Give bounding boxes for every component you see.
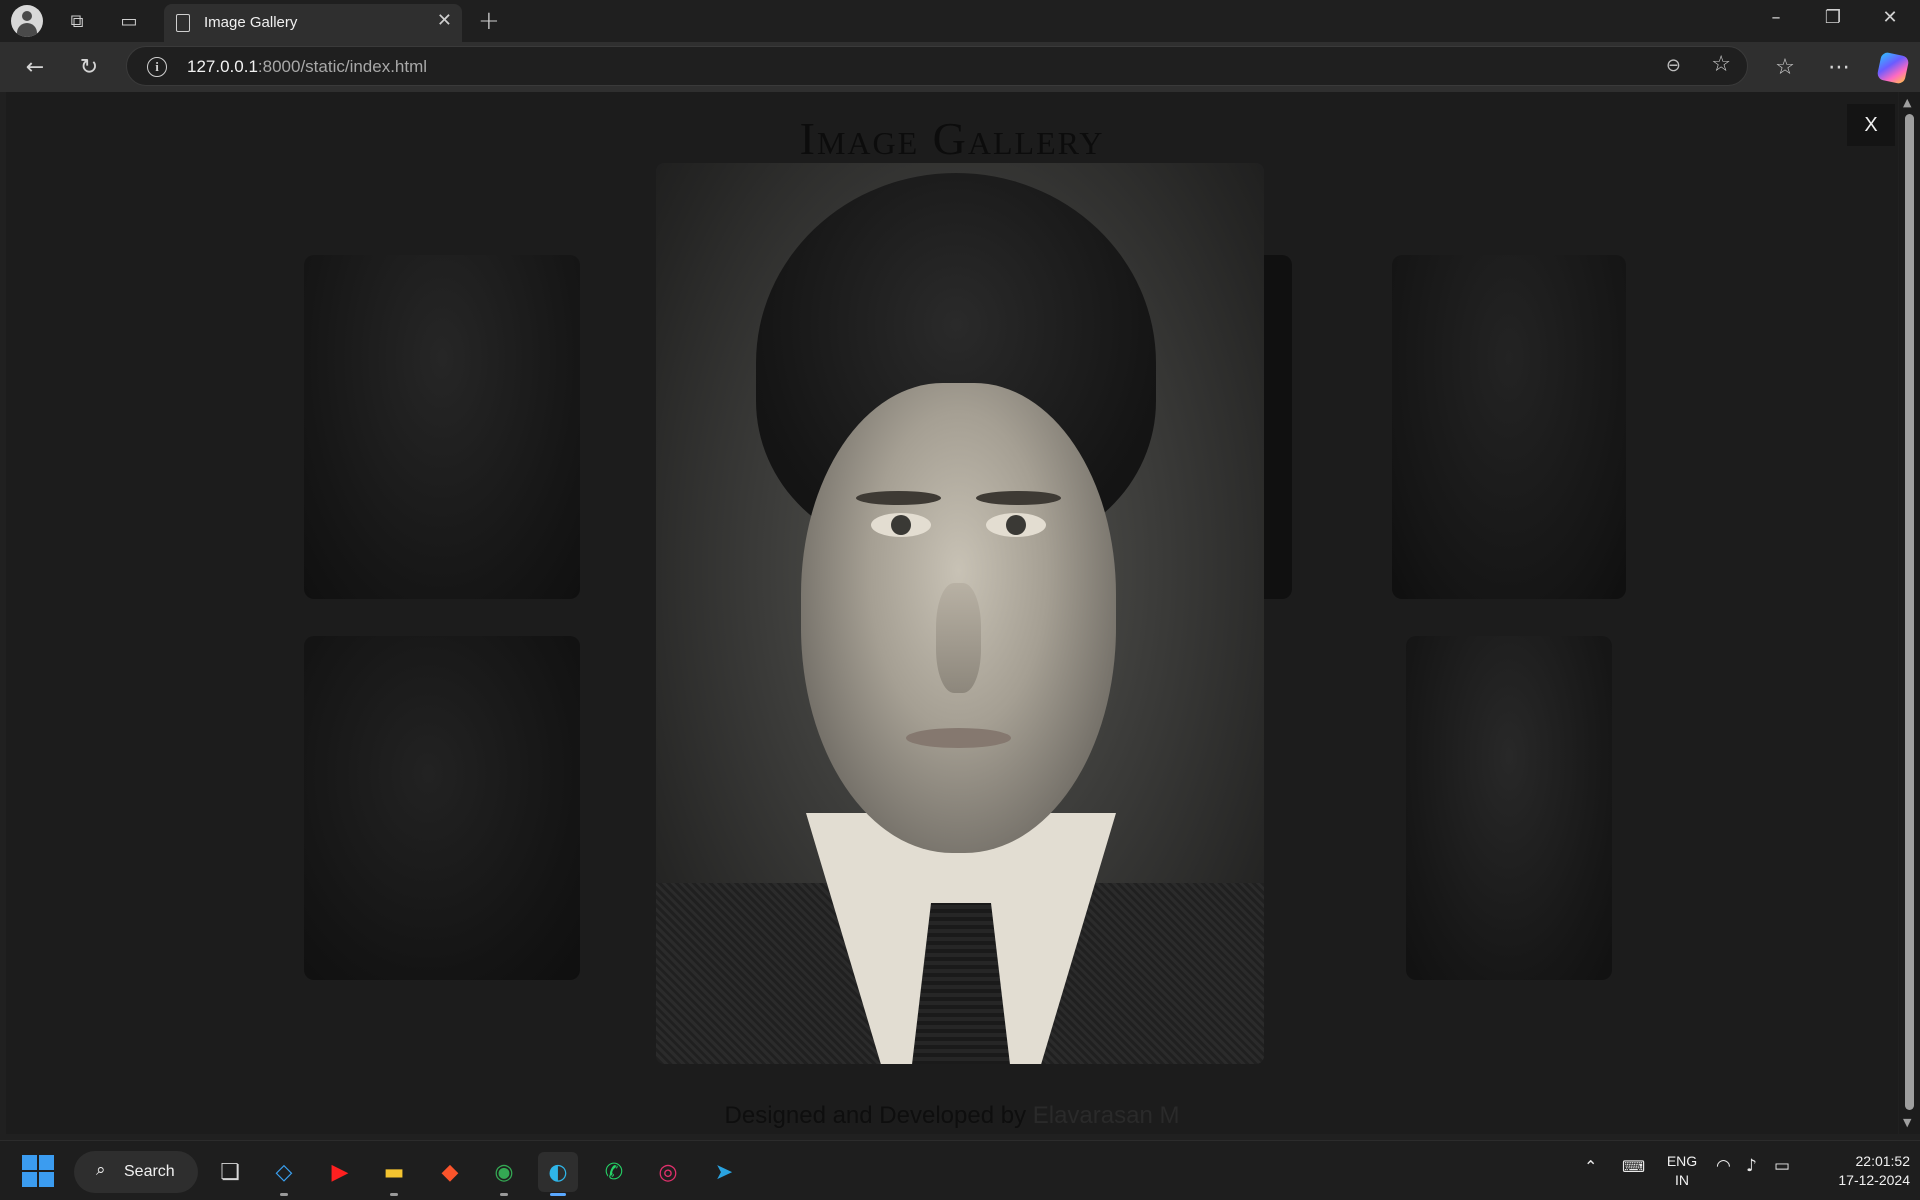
- workspaces-icon[interactable]: ⧉: [62, 8, 92, 34]
- refresh-button[interactable]: ↻: [74, 52, 104, 82]
- clock-time: 22:01:52: [1855, 1153, 1911, 1169]
- vertical-tabs-icon[interactable]: ▭: [114, 8, 144, 34]
- volume-icon[interactable]: ♪: [1746, 1156, 1757, 1176]
- url-path: :8000/static/index.html: [257, 57, 428, 76]
- url-host: 127.0.0.1: [187, 57, 258, 76]
- search-icon: ⌕: [96, 1160, 106, 1180]
- modal-enlarged-image: [656, 163, 1264, 1064]
- task-view-icon[interactable]: ❏: [210, 1152, 250, 1192]
- start-button[interactable]: [22, 1155, 54, 1187]
- instagram-icon[interactable]: ◎: [648, 1152, 688, 1192]
- favorites-icon[interactable]: ☆: [1770, 52, 1800, 82]
- system-clock[interactable]: 22:01:52 17-12-2024: [1802, 1152, 1910, 1190]
- tab-title: Image Gallery: [204, 14, 298, 31]
- profile-avatar-icon[interactable]: [11, 5, 43, 37]
- region-code: IN: [1675, 1172, 1689, 1188]
- page-icon: [176, 14, 190, 32]
- clock-date: 17-12-2024: [1838, 1172, 1910, 1188]
- favorite-star-icon[interactable]: ☆: [1711, 52, 1731, 77]
- new-tab-button[interactable]: +: [478, 6, 500, 36]
- vscode-icon[interactable]: ◇: [264, 1152, 304, 1196]
- copilot-icon[interactable]: [1876, 51, 1910, 85]
- language-code: ENG: [1666, 1153, 1698, 1169]
- windows-taskbar: ⌕ Search ❏ ◇ ▶ ▬ ◆ ◉ ◐ ✆ ◎ ➤ ⌃ ⌨ ENG IN …: [0, 1140, 1920, 1200]
- language-indicator[interactable]: ENG IN: [1664, 1152, 1700, 1190]
- restore-button[interactable]: ❐: [1813, 7, 1853, 28]
- keyboard-icon[interactable]: ⌨: [1622, 1157, 1645, 1176]
- url-text[interactable]: 127.0.0.1:8000/static/index.html: [187, 57, 427, 77]
- page-viewport: Image Gallery Designed and Developed by …: [6, 92, 1898, 1134]
- tab-close-icon[interactable]: ✕: [437, 10, 452, 31]
- show-hidden-icons-icon[interactable]: ⌃: [1584, 1157, 1597, 1176]
- modal-close-button[interactable]: X: [1847, 104, 1895, 146]
- scrollbar-thumb[interactable]: [1905, 114, 1914, 1110]
- window-close-button[interactable]: ✕: [1870, 7, 1910, 28]
- tab-image-gallery[interactable]: Image Gallery ✕: [164, 4, 462, 42]
- address-bar[interactable]: i 127.0.0.1:8000/static/index.html ⊖ ☆: [126, 46, 1748, 86]
- zoom-out-icon[interactable]: ⊖: [1666, 55, 1681, 76]
- wifi-icon[interactable]: ◠: [1716, 1156, 1731, 1176]
- scroll-up-arrow-icon[interactable]: ▲: [1903, 96, 1911, 109]
- taskbar-search[interactable]: ⌕ Search: [74, 1151, 198, 1193]
- battery-icon[interactable]: ▭: [1774, 1156, 1790, 1176]
- telegram-icon[interactable]: ➤: [704, 1152, 744, 1192]
- back-button[interactable]: ←: [20, 52, 50, 82]
- search-label: Search: [124, 1163, 175, 1180]
- chrome-icon[interactable]: ◉: [484, 1152, 524, 1196]
- more-menu-icon[interactable]: ⋯: [1824, 52, 1854, 82]
- youtube-icon[interactable]: ▶: [320, 1152, 360, 1192]
- browser-titlebar: ⧉ ▭ Image Gallery ✕ + – ❐ ✕: [0, 0, 1920, 42]
- minimize-button[interactable]: –: [1756, 7, 1796, 28]
- browser-toolbar: ← ↻ i 127.0.0.1:8000/static/index.html ⊖…: [0, 42, 1920, 92]
- page-scrollbar[interactable]: ▲ ▼: [1899, 92, 1920, 1134]
- file-explorer-icon[interactable]: ▬: [374, 1152, 414, 1196]
- brave-icon[interactable]: ◆: [430, 1152, 470, 1192]
- edge-icon[interactable]: ◐: [538, 1152, 578, 1196]
- site-info-icon[interactable]: i: [147, 57, 167, 77]
- scroll-down-arrow-icon[interactable]: ▼: [1903, 1116, 1911, 1129]
- whatsapp-icon[interactable]: ✆: [594, 1152, 634, 1192]
